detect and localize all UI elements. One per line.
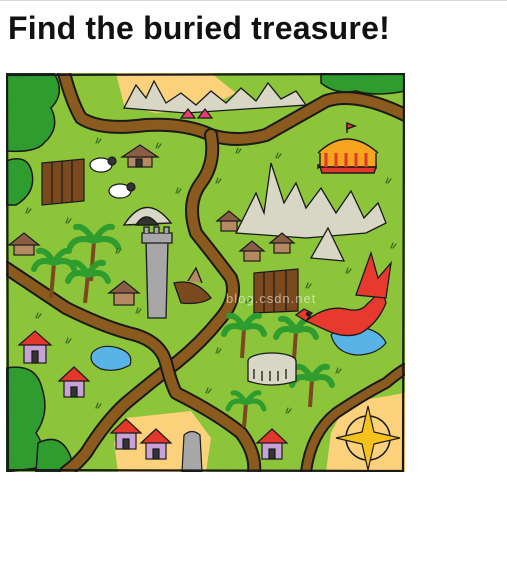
treasure-map[interactable]: blog.csdn.net bbox=[6, 73, 405, 472]
watermark-text: blog.csdn.net bbox=[226, 291, 316, 306]
page-title: Find the buried treasure! bbox=[8, 10, 390, 46]
standing-stone-icon bbox=[181, 430, 203, 472]
colosseum-icon bbox=[247, 352, 297, 386]
top-border bbox=[0, 0, 507, 1]
